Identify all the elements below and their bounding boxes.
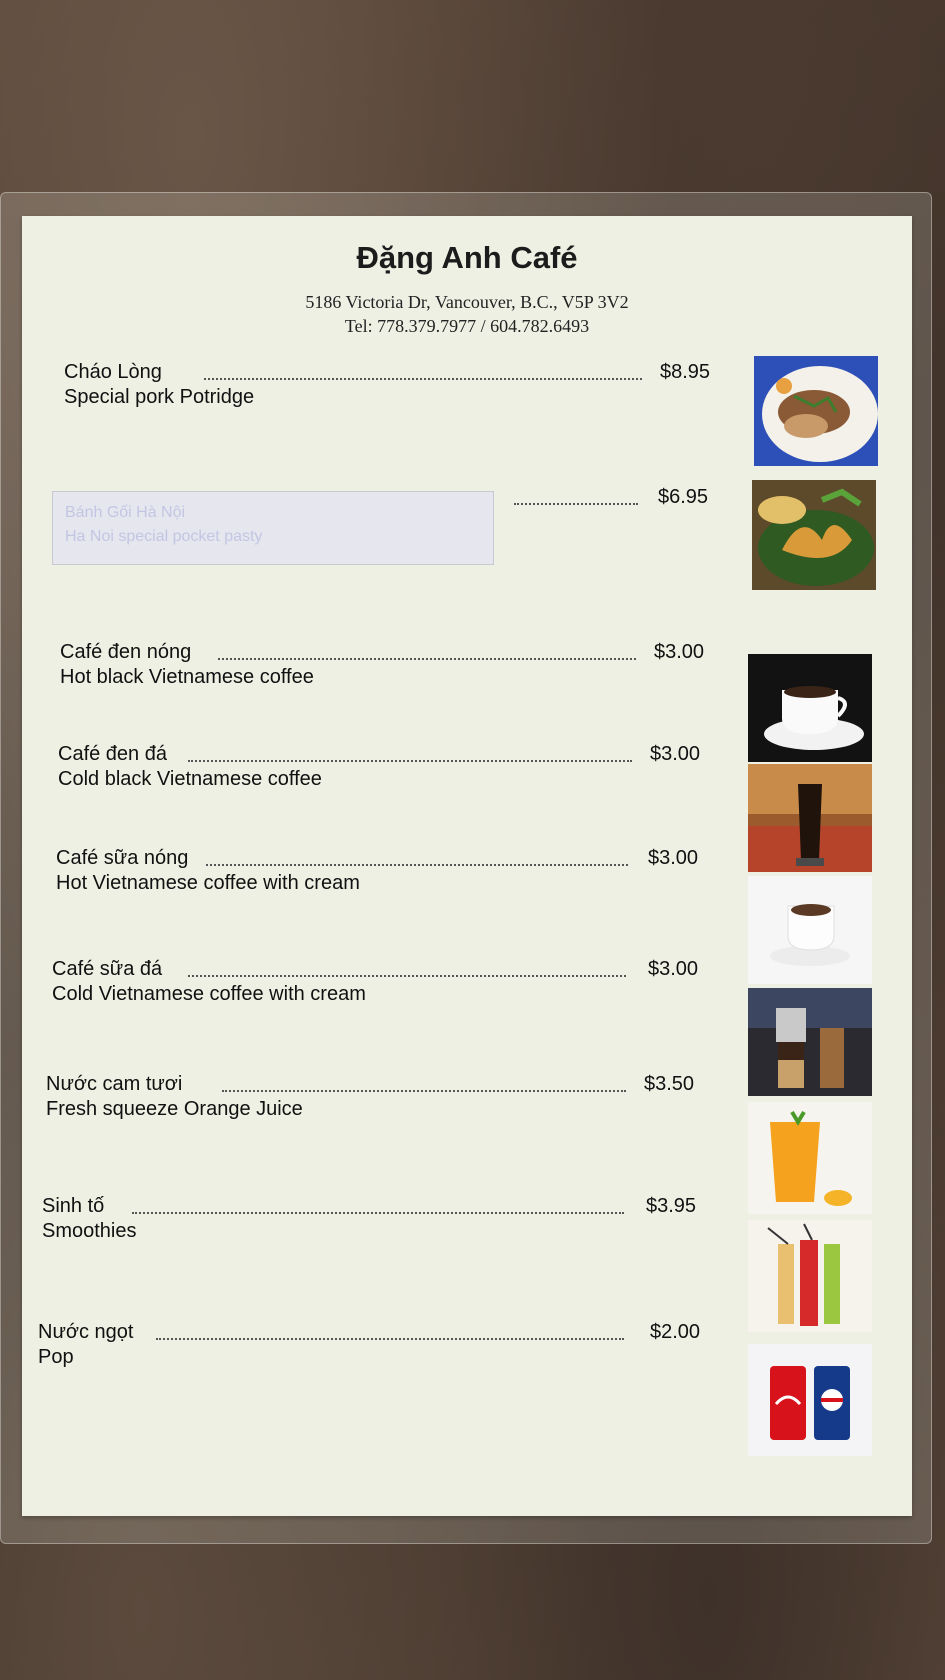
item-price: $3.00	[650, 743, 701, 765]
item-desc: Smoothies	[42, 1220, 137, 1242]
item-price: $2.00	[650, 1321, 701, 1343]
item-price: $6.95	[658, 486, 709, 508]
item-desc: Fresh squeeze Orange Juice	[46, 1098, 303, 1120]
item-price: $3.50	[644, 1073, 695, 1095]
item-desc: Hot Vietnamese coffee with cream	[56, 872, 360, 894]
item-price: $3.95	[646, 1195, 697, 1217]
menu-phone: Tel: 778.379.7977 / 604.782.6493	[344, 316, 590, 336]
orange-juice-photo-icon	[748, 1102, 872, 1214]
item-desc: Hot black Vietnamese coffee	[60, 666, 314, 688]
hot-coffee-photo-icon	[748, 654, 872, 762]
smoothie-photo-icon	[748, 1220, 872, 1332]
soda-cans-photo-icon	[748, 1344, 872, 1456]
item-desc: Special pork Potridge	[64, 386, 255, 408]
milk-coffee-photo-icon	[748, 876, 872, 984]
item-price: $3.00	[654, 641, 705, 663]
item-price: $3.00	[648, 847, 699, 869]
dot-leader	[132, 1210, 624, 1214]
dot-leader	[222, 1088, 626, 1092]
menu-item-nuoc-ngot: Nước ngọt Pop $2.00	[38, 1320, 708, 1372]
item-desc: Cold black Vietnamese coffee	[58, 768, 322, 790]
iced-milk-coffee-photo-icon	[748, 988, 872, 1096]
item-name: Nước cam tươi	[46, 1073, 183, 1095]
dot-leader	[218, 656, 636, 660]
menu-item-nuoc-cam: Nước cam tươi Fresh squeeze Orange Juice…	[46, 1072, 696, 1124]
dot-leader	[514, 501, 638, 505]
dot-leader	[206, 862, 628, 866]
menu-item-cafe-sua-da: Café sữa đá Cold Vietnamese coffee with …	[52, 957, 702, 1009]
item-name: Café đen đá	[58, 743, 167, 765]
menu-item-banh-goi: $6.95	[64, 485, 714, 537]
item-desc: Cold Vietnamese coffee with cream	[52, 983, 366, 1005]
item-name: Nước ngọt	[38, 1321, 134, 1343]
menu-item-cafe-den-da: Café đen đá Cold black Vietnamese coffee…	[58, 742, 708, 794]
item-name: Café sữa đá	[52, 958, 163, 980]
dot-leader	[188, 758, 632, 762]
item-price: $8.95	[660, 361, 711, 383]
menu-card: Đặng Anh Café 5186 Victoria Dr, Vancouve…	[22, 216, 912, 1516]
pastry-photo-icon	[752, 480, 876, 590]
porridge-photo-icon	[754, 356, 878, 466]
menu-title: Đặng Anh Café	[356, 240, 578, 275]
item-name: Café sữa nóng	[56, 847, 189, 869]
item-name: Café đen nóng	[60, 641, 192, 663]
item-desc: Pop	[38, 1346, 74, 1368]
menu-item-sinh-to: Sinh tố Smoothies $3.95	[42, 1194, 702, 1246]
item-name: Sinh tố	[42, 1195, 105, 1217]
menu-item-cafe-den-nong: Café đen nóng Hot black Vietnamese coffe…	[60, 640, 710, 692]
menu-item-cafe-sua-nong: Café sữa nóng Hot Vietnamese coffee with…	[56, 846, 706, 898]
menu-item-chao-long: Cháo Lòng Special pork Potridge $8.95	[64, 360, 714, 412]
item-price: $3.00	[648, 958, 699, 980]
menu-address: 5186 Victoria Dr, Vancouver, B.C., V5P 3…	[305, 292, 629, 312]
item-name: Cháo Lòng	[64, 361, 162, 383]
iced-coffee-photo-icon	[748, 764, 872, 872]
dot-leader	[204, 376, 642, 380]
dot-leader	[156, 1336, 624, 1340]
dot-leader	[188, 973, 626, 977]
